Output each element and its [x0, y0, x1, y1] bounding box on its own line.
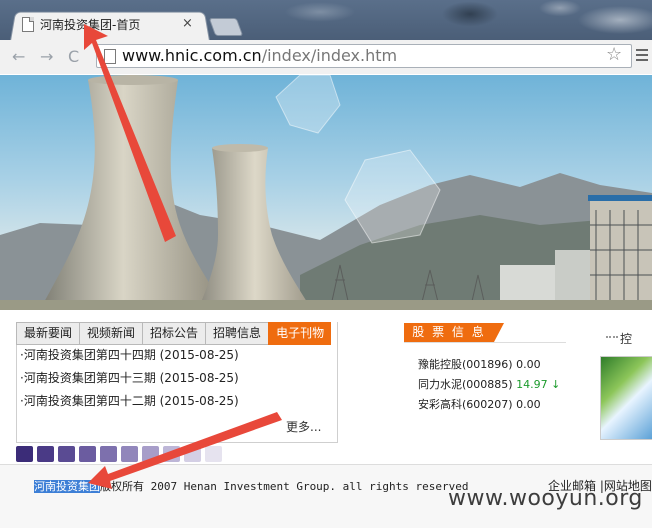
carousel-dot[interactable] — [58, 446, 75, 462]
carousel-dot[interactable] — [37, 446, 54, 462]
stock-name: 安彩高科(600207) — [418, 398, 513, 411]
news-list: ·河南投资集团第四十四期 (2015-08-25) ·河南投资集团第四十三期 (… — [20, 347, 239, 416]
tab-recruitment[interactable]: 招聘信息 — [205, 322, 269, 345]
list-item[interactable]: ·河南投资集团第四十四期 (2015-08-25) — [20, 347, 239, 370]
stock-row[interactable]: 豫能控股(001896) 0.00 — [418, 357, 560, 377]
menu-icon[interactable] — [636, 49, 648, 64]
footer-copyright: 河南投资集团版权所有 2007 Henan Investment Group. … — [34, 478, 469, 494]
tab-video-news[interactable]: 视频新闻 — [79, 322, 143, 345]
list-item[interactable]: ·河南投资集团第四十二期 (2015-08-25) — [20, 393, 239, 416]
url-text[interactable]: www.hnic.com.cn/index/index.htm — [122, 44, 397, 68]
browser-chrome: 河南投资集团-首页 × ← → C www.hnic.com.cn/index/… — [0, 0, 652, 74]
carousel-dot[interactable] — [79, 446, 96, 462]
tab-latest-news[interactable]: 最新要闻 — [16, 322, 80, 345]
page-icon — [104, 49, 116, 64]
page-icon — [22, 16, 34, 32]
stock-list: 豫能控股(001896) 0.00 同力水泥(000885) 14.97 ↓ 安… — [418, 357, 560, 417]
arrow-left-icon[interactable]: ← — [12, 47, 25, 66]
stock-row[interactable]: 安彩高科(600207) 0.00 — [418, 397, 560, 417]
carousel-dot[interactable] — [121, 446, 138, 462]
footer-highlight: 河南投资集团 — [34, 480, 100, 493]
carousel-dot[interactable] — [163, 446, 180, 462]
stock-value: 14.97 — [516, 378, 548, 391]
tab-tender-notices[interactable]: 招标公告 — [142, 322, 206, 345]
carousel-dot[interactable] — [100, 446, 117, 462]
tab-e-publications[interactable]: 电子刊物 — [268, 322, 332, 345]
tab-title: 河南投资集团-首页 — [40, 17, 141, 32]
watermark: www.wooyun.org — [448, 486, 643, 511]
carousel-dot[interactable] — [184, 446, 201, 462]
stock-name: 同力水泥(000885) — [418, 378, 513, 391]
carousel-indicators — [16, 446, 222, 462]
carousel-dot[interactable] — [142, 446, 159, 462]
right-panel-title: 控 — [620, 332, 633, 346]
copyright-text: 版权所有 2007 Henan Investment Group. all ri… — [100, 480, 469, 493]
stock-row[interactable]: 同力水泥(000885) 14.97 ↓ — [418, 377, 560, 397]
url-path: /index/index.htm — [261, 46, 398, 65]
list-item[interactable]: ·河南投资集团第四十三期 (2015-08-25) — [20, 370, 239, 393]
close-icon[interactable]: × — [182, 16, 193, 31]
url-host: www.hnic.com.cn — [122, 46, 262, 65]
news-tabs: 最新要闻 视频新闻 招标公告 招聘信息 电子刊物 — [16, 322, 332, 345]
stock-name: 豫能控股(001896) — [418, 358, 513, 371]
stock-value: 0.00 — [516, 358, 541, 371]
divider — [606, 336, 618, 338]
browser-tab-content[interactable]: 河南投资集团-首页 — [22, 12, 140, 36]
banner-image — [0, 75, 652, 310]
trend-down-icon: ↓ — [551, 378, 561, 391]
arrow-right-icon[interactable]: → — [40, 47, 53, 66]
divider — [404, 342, 566, 343]
promo-image[interactable] — [600, 356, 652, 440]
stock-value: 0.00 — [516, 398, 541, 411]
carousel-dot[interactable] — [16, 446, 33, 462]
star-icon[interactable]: ☆ — [606, 44, 622, 65]
power-plant-illustration — [0, 75, 652, 310]
carousel-dot[interactable] — [205, 446, 222, 462]
more-link[interactable]: 更多... — [286, 418, 321, 435]
reload-icon[interactable]: C — [68, 47, 79, 66]
stock-info-header: 股 票 信 息 — [404, 323, 504, 342]
